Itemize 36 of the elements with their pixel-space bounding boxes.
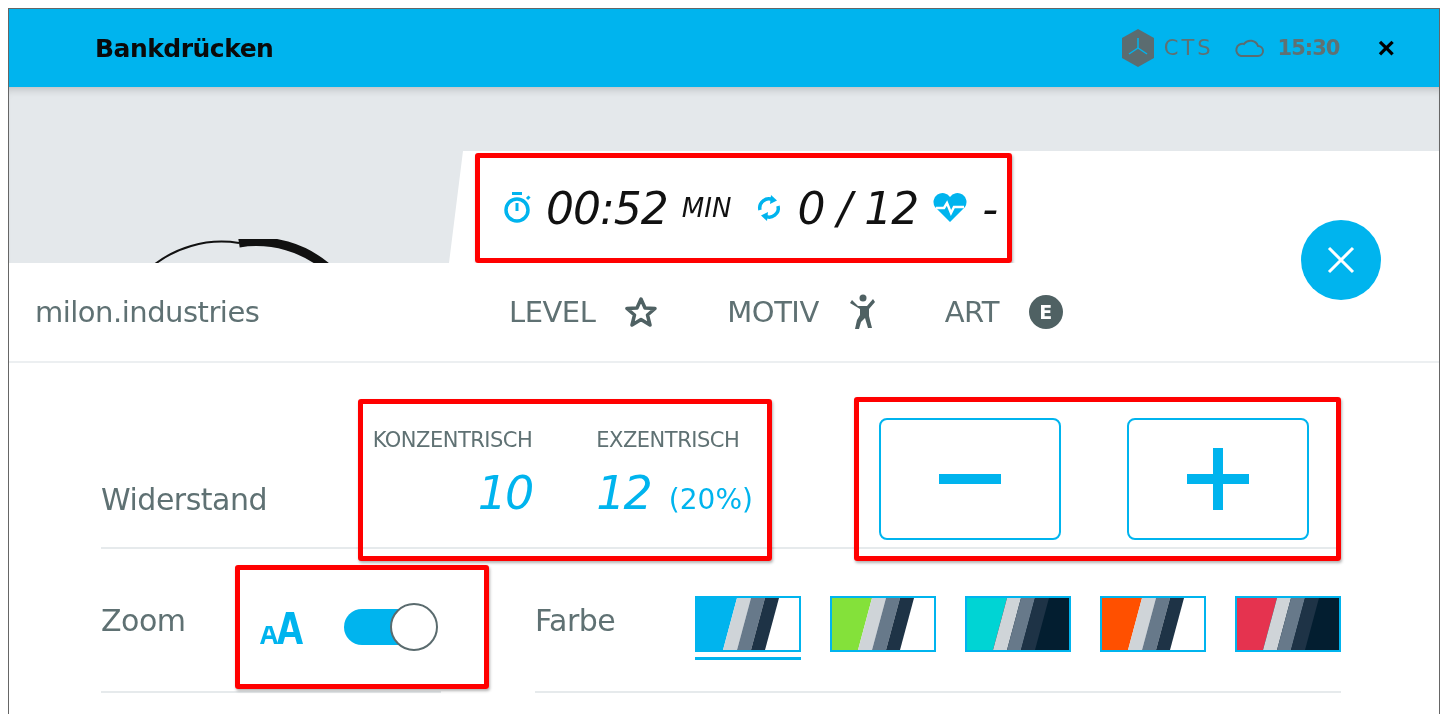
star-icon xyxy=(625,297,658,327)
elapsed-time: 00:52 xyxy=(546,182,668,234)
resistance-value: 10 xyxy=(477,466,533,520)
info-label: ART xyxy=(944,295,999,329)
window-title: Bankdrücken xyxy=(95,33,275,63)
hexagon-logo-icon xyxy=(1119,28,1156,68)
color-swatch[interactable] xyxy=(1100,596,1206,652)
brand-label: milon.industries xyxy=(35,295,261,329)
figure-icon xyxy=(848,294,875,330)
heart-rate-icon xyxy=(932,192,969,224)
stopwatch-icon xyxy=(502,191,532,225)
cloud-icon xyxy=(1233,38,1264,58)
value-heading: KONZENTRISCH xyxy=(372,428,533,452)
row-label: Zoom xyxy=(101,602,186,638)
color-swatch[interactable] xyxy=(830,596,936,652)
row-label: Farbe xyxy=(535,602,616,638)
percent-value: (20%) xyxy=(668,483,753,516)
heart-rate: - xyxy=(982,182,998,234)
value-heading: EXZENTRISCH xyxy=(596,428,740,452)
close-button[interactable]: × xyxy=(1373,33,1399,63)
rep-count: 0 / 12 xyxy=(797,182,919,234)
row-label: Widerstand xyxy=(101,482,267,517)
brand-name: CTS xyxy=(1163,36,1214,60)
color-swatch[interactable] xyxy=(695,596,801,652)
close-icon xyxy=(1327,246,1355,274)
letter-badge: E xyxy=(1028,295,1063,329)
clock-time: 15:30 xyxy=(1277,36,1340,60)
minus-icon xyxy=(939,474,1002,484)
color-swatch[interactable] xyxy=(965,596,1071,652)
color-swatch[interactable] xyxy=(1235,596,1341,652)
info-label: LEVEL xyxy=(509,295,596,329)
resistance-value: 12 xyxy=(596,466,651,520)
time-unit: MIN xyxy=(681,193,732,223)
info-label: MOTIV xyxy=(727,295,819,329)
text-size-icon xyxy=(260,610,304,644)
plus-icon xyxy=(1187,448,1250,510)
